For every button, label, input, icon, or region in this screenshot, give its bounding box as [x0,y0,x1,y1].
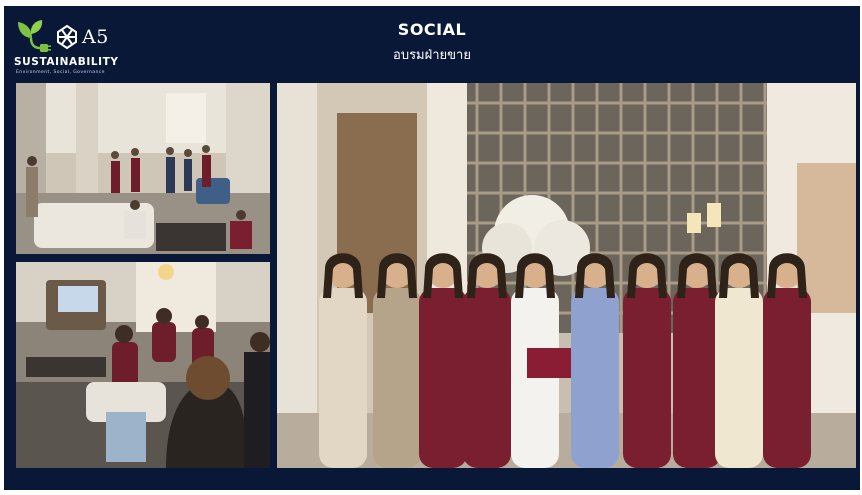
team-member [623,288,671,468]
team-member [319,288,367,468]
training-session-lobby-photo [16,83,270,254]
team-member [463,288,511,468]
logo-tagline: Environment, Social, Governance [16,70,105,75]
page-subtitle: อบรมฝ่ายขาย [393,48,471,63]
slide: A5 SUSTAINABILITY Environment, Social, G… [4,6,860,490]
team-member [673,288,721,468]
page-title: SOCIAL [397,20,467,39]
team-member [571,288,619,468]
team-member [715,288,763,468]
training-session-presentation-photo [16,262,270,468]
team-member [419,288,467,468]
team-member [763,288,811,468]
team-member [373,288,421,468]
sales-team-group-photo [277,83,856,468]
certificate-folder [527,348,571,378]
